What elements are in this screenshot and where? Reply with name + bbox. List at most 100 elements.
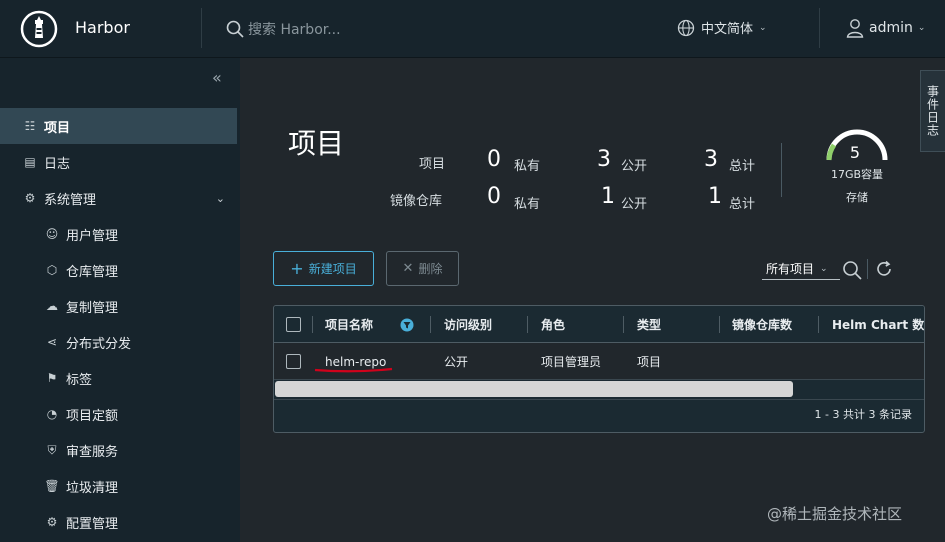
type-cell: 项目 [637,355,662,369]
project-name-link[interactable]: helm-repo [325,343,386,380]
language-selector[interactable]: 中文简体 ⌄ [677,18,767,37]
shield-icon: ⛨ [47,442,57,457]
projects-icon: ☷ [24,119,36,133]
sidebar-item-scanners[interactable]: ⛨ 审查服务 [0,432,237,468]
watermark: @稀土掘金技术社区 [767,505,903,523]
collapse-sidebar-icon[interactable]: « [212,68,222,87]
stat-unit-total: 总计 [729,197,756,212]
column-divider [430,316,431,333]
stat-unit-public: 公开 [621,197,648,212]
stat-unit-private: 私有 [514,159,541,174]
sidebar-item-label: 日志 [44,156,71,172]
toolbar-divider [867,259,868,279]
annotation-underline [314,367,393,373]
user-icon [846,19,864,38]
sidebar-item-replications[interactable]: ☁ 复制管理 [0,288,237,324]
horizontal-scrollbar[interactable] [275,381,793,397]
stat-row-label: 项目 [419,157,446,172]
sidebar-item-label: 用户管理 [66,228,119,244]
stat-repos-total: 1 [708,184,722,209]
role-cell: 项目管理员 [541,355,602,369]
sidebar-item-distribution[interactable]: ⋖ 分布式分发 [0,324,237,360]
app-title[interactable]: Harbor [75,18,130,37]
table-footer-divider [274,399,924,400]
stat-unit-public: 公开 [621,159,648,174]
sidebar-item-users[interactable]: ☺ 用户管理 [0,216,237,252]
close-icon: ✕ [402,261,414,276]
sidebar-item-label: 分布式分发 [66,336,132,352]
column-divider [719,316,720,333]
harbor-logo-icon[interactable] [20,10,58,48]
search-icon [226,20,244,38]
chevron-down-icon: ⌄ [820,263,828,274]
event-log-tab[interactable]: 事件日志 [920,70,945,152]
gauge-icon: ◔ [46,407,58,421]
column-header-access[interactable]: 访问级别 [444,306,492,343]
column-divider [818,316,819,333]
sidebar-item-quotas[interactable]: ◔ 项目定额 [0,396,237,432]
search-input[interactable]: 搜索 Harbor... [248,19,341,39]
users-icon: ☺ [45,227,59,241]
cube-icon: ⬡ [46,263,58,277]
column-header-repos[interactable]: 镜像仓库数 [732,306,792,343]
sidebar-item-projects[interactable]: ☷ 项目 [0,108,237,144]
delete-label: 删除 [418,262,443,276]
sidebar-item-label: 审查服务 [66,444,119,460]
delete-button[interactable]: ✕ 删除 [386,251,459,286]
sidebar-item-admin[interactable]: ⚙ 系统管理 ⌄ [0,180,237,216]
trash-icon: 🗑 [44,479,60,493]
cloud-icon: ☁ [46,299,58,313]
sidebar-item-label: 垃圾清理 [66,480,119,496]
column-divider [527,316,528,333]
refresh-icon[interactable] [875,260,893,278]
global-search[interactable]: 搜索 Harbor... [226,17,341,41]
sidebar-item-labels[interactable]: ⚑ 标签 [0,360,237,396]
stat-projects-total: 3 [704,147,718,172]
user-menu[interactable]: admin ⌄ [846,18,925,38]
stat-row-label: 镜像仓库 [390,194,443,209]
filter-label: 所有项目 [766,262,815,276]
sidebar-item-label: 系统管理 [44,192,97,208]
new-project-button[interactable]: + 新建项目 [273,251,374,286]
admin-icon: ⚙ [24,191,36,205]
stat-repos-public: 1 [601,184,615,209]
sidebar-item-registries[interactable]: ⬡ 仓库管理 [0,252,237,288]
table-header: 项目名称 访问级别 角色 类型 镜像仓库数 Helm Chart 数目 [274,306,924,343]
storage-count: 5 [849,143,861,162]
stats-divider [781,143,782,197]
sidebar-item-label: 配置管理 [66,516,119,532]
filter-icon[interactable] [400,318,414,332]
sidebar-item-label: 复制管理 [66,300,119,316]
header-divider [819,8,820,48]
storage-label: 存储 [846,191,868,204]
sidebar-item-label: 项目 [44,120,71,136]
sidebar: « ☷ 项目 ▤ 日志 ⚙ 系统管理 ⌄ ☺ 用户管理 ⬡ 仓库管理 ☁ 复制管… [0,58,240,542]
project-filter-select[interactable]: 所有项目 ⌄ [762,258,840,280]
storage-capacity: 17GB容量 [830,168,884,181]
sidebar-item-gc[interactable]: 🗑 垃圾清理 [0,468,237,504]
chevron-down-icon[interactable]: ⌄ [216,192,225,205]
event-log-label: 事件日志 [925,85,940,137]
plus-icon: + [290,259,304,278]
search-icon[interactable] [842,260,862,280]
stat-unit-private: 私有 [514,197,541,212]
sidebar-item-config[interactable]: ⚙ 配置管理 [0,504,237,540]
sidebar-item-label: 项目定额 [66,408,119,424]
row-checkbox[interactable] [286,343,301,380]
logs-icon: ▤ [24,155,36,169]
header-divider [201,8,202,48]
language-label: 中文简体 [701,22,754,37]
column-header-charts[interactable]: Helm Chart 数目 [832,306,924,343]
column-header-role[interactable]: 角色 [541,306,565,343]
stat-projects-public: 3 [597,147,611,172]
gear-icon: ⚙ [46,515,58,529]
top-header: Harbor 搜索 Harbor... 中文简体 ⌄ admin ⌄ [0,0,945,58]
column-header-type[interactable]: 类型 [637,306,661,343]
select-all-checkbox[interactable] [286,306,301,343]
table-row: helm-repo 公开 项目管理员 项目 [274,343,924,380]
column-header-name[interactable]: 项目名称 [325,306,373,343]
sidebar-item-label: 仓库管理 [66,264,119,280]
sidebar-item-logs[interactable]: ▤ 日志 [0,144,237,180]
chevron-down-icon: ⌄ [759,22,767,33]
new-project-label: 新建项目 [308,262,357,276]
